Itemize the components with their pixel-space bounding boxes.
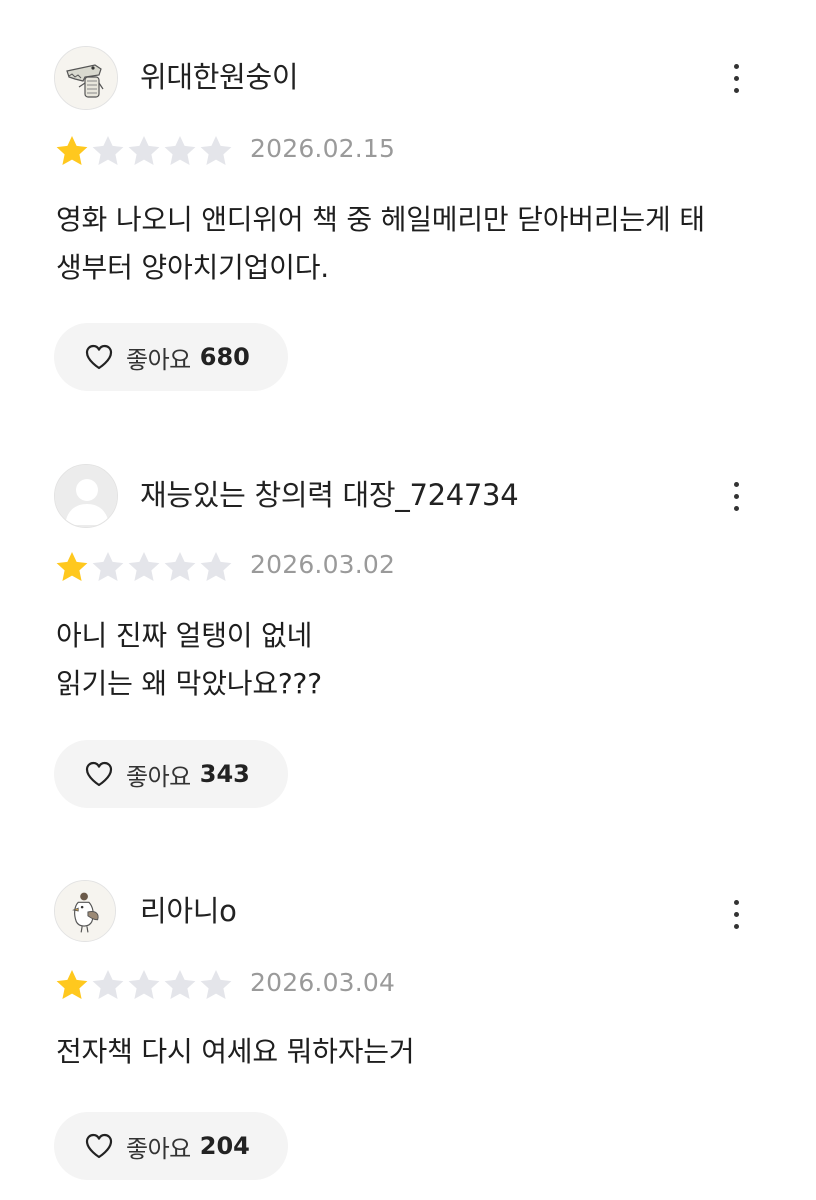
dot-icon — [733, 493, 739, 499]
dot-icon — [733, 75, 739, 81]
like-label: 좋아요 — [126, 1134, 191, 1163]
review-body-line: 아니 진짜 얼탱이 없네 — [56, 619, 313, 652]
star-rating — [54, 550, 234, 584]
like-button[interactable]: 좋아요 204 — [54, 1112, 288, 1180]
star-rating — [54, 968, 234, 1002]
star-empty-icon — [90, 968, 126, 1002]
review-body-line: 전자책 다시 여세요 뭐하자는거 — [56, 1035, 415, 1068]
crocodile-avatar-icon — [55, 47, 117, 109]
review-body: 아니 진짜 얼탱이 없네 읽기는 왜 막았나요??? — [56, 612, 766, 708]
avatar[interactable] — [54, 46, 118, 110]
star-empty-icon — [126, 134, 162, 168]
star-filled-icon — [54, 968, 90, 1002]
like-button[interactable]: 좋아요 343 — [54, 740, 288, 808]
like-label: 좋아요 — [126, 345, 191, 374]
star-empty-icon — [198, 134, 234, 168]
review-date: 2026.03.02 — [250, 550, 396, 579]
more-options-button[interactable] — [716, 56, 756, 100]
review-body: 영화 나오니 앤디위어 책 중 헤일메리만 닫아버리는게 태 생부터 양아치기업… — [56, 196, 766, 292]
review-body-line: 생부터 양아치기업이다. — [56, 251, 330, 284]
like-label: 좋아요 — [126, 762, 191, 791]
like-count: 343 — [199, 760, 250, 788]
star-empty-icon — [198, 550, 234, 584]
heart-icon — [84, 343, 114, 371]
bird-avatar-icon — [55, 881, 115, 941]
review-date: 2026.02.15 — [250, 134, 396, 163]
like-button[interactable]: 좋아요 680 — [54, 323, 288, 391]
star-empty-icon — [162, 134, 198, 168]
star-empty-icon — [126, 550, 162, 584]
star-filled-icon — [54, 134, 90, 168]
avatar[interactable] — [54, 880, 116, 942]
star-empty-icon — [198, 968, 234, 1002]
dot-icon — [733, 505, 739, 511]
star-rating — [54, 134, 234, 168]
like-count: 680 — [199, 343, 250, 371]
dot-icon — [733, 481, 739, 487]
dot-icon — [733, 911, 739, 917]
star-empty-icon — [90, 134, 126, 168]
heart-icon — [84, 760, 114, 788]
username: 재능있는 창의력 대장_724734 — [140, 478, 519, 512]
star-filled-icon — [54, 550, 90, 584]
review-body-line: 영화 나오니 앤디위어 책 중 헤일메리만 닫아버리는게 태 — [56, 203, 705, 236]
star-empty-icon — [90, 550, 126, 584]
more-options-button[interactable] — [716, 892, 756, 936]
star-empty-icon — [126, 968, 162, 1002]
dot-icon — [733, 899, 739, 905]
review-body: 전자책 다시 여세요 뭐하자는거 — [56, 1028, 766, 1076]
username: 리아니o — [140, 894, 237, 928]
dot-icon — [733, 87, 739, 93]
default-user-avatar-icon — [55, 465, 117, 527]
heart-icon — [84, 1132, 114, 1160]
username: 위대한원숭이 — [140, 60, 299, 94]
dot-icon — [733, 63, 739, 69]
like-count: 204 — [199, 1132, 250, 1160]
star-empty-icon — [162, 550, 198, 584]
review-date: 2026.03.04 — [250, 968, 396, 997]
dot-icon — [733, 923, 739, 929]
review-body-line: 읽기는 왜 막았나요??? — [56, 667, 322, 700]
more-options-button[interactable] — [716, 474, 756, 518]
star-empty-icon — [162, 968, 198, 1002]
avatar[interactable] — [54, 464, 118, 528]
